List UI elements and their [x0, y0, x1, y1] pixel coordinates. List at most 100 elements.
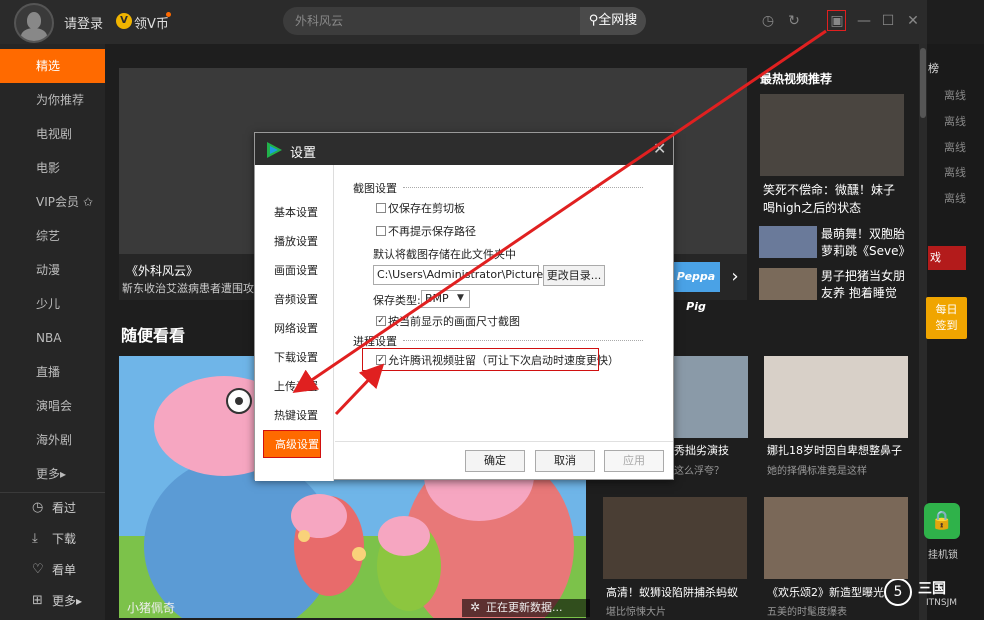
settings-nav-upload[interactable]: 上传设置 — [255, 373, 334, 401]
settings-nav-hotkeys[interactable]: 热键设置 — [255, 402, 334, 430]
dialog-close-icon[interactable]: ✕ — [653, 139, 666, 158]
daily-signin-button[interactable]: 每日 签到 — [926, 297, 967, 339]
settings-nav-basic[interactable]: 基本设置 — [255, 199, 334, 227]
search-all-button[interactable]: ⚲全网搜 — [580, 7, 646, 35]
nav-overseas[interactable]: 海外剧 — [0, 423, 105, 457]
video-card[interactable] — [668, 356, 748, 438]
current-size-checkbox[interactable]: ✓ — [376, 316, 386, 326]
signin-line1: 每日 — [935, 303, 958, 316]
video-card[interactable] — [764, 497, 908, 579]
chevron-down-icon[interactable]: ▼ — [457, 293, 464, 303]
plus-box-icon: ⊞ — [32, 593, 43, 608]
banner-subtitle: 靳东收治艾滋病患者遭围攻 — [122, 282, 254, 295]
nav-featured[interactable]: 精选 — [0, 49, 105, 83]
avatar[interactable] — [14, 3, 54, 43]
refresh-icon[interactable]: ↻ — [785, 12, 803, 30]
nav-concert[interactable]: 演唱会 — [0, 389, 105, 423]
hot-video-thumb[interactable] — [760, 94, 904, 176]
nav-live[interactable]: 直播 — [0, 355, 105, 389]
settings-nav-audio[interactable]: 音频设置 — [255, 286, 334, 314]
updating-status: 正在更新数据... — [462, 599, 590, 617]
loading-icon: ✲ — [470, 600, 481, 614]
history-label: 看过 — [52, 501, 77, 515]
nav-tv[interactable]: 电视剧 — [0, 117, 105, 151]
settings-nav-network[interactable]: 网络设置 — [255, 315, 334, 343]
watchlist-button[interactable]: ♡ 看单 — [0, 555, 105, 585]
annotation-box-resident-option — [362, 348, 599, 371]
hot-video-caption[interactable]: 笑死不偿命：微醺！妹子喝high之后的状态 — [763, 181, 903, 217]
clock-icon: ◷ — [32, 500, 44, 515]
vip-coin-link[interactable]: 领V币 — [134, 13, 169, 32]
settings-nav-advanced[interactable]: 高级设置 — [263, 430, 321, 458]
nav-variety[interactable]: 综艺 — [0, 219, 105, 253]
star-icon: ✩ — [82, 195, 93, 209]
offline-label: 离线 — [944, 115, 966, 128]
format-label: 保存类型: — [373, 294, 421, 307]
nav-kids[interactable]: 少儿 — [0, 287, 105, 321]
watermark-sub: ITNSJM — [926, 598, 958, 608]
hot-video-thumb[interactable] — [759, 226, 817, 258]
notification-dot — [166, 12, 171, 17]
hot-video-thumb[interactable] — [759, 268, 817, 300]
hot-video-caption[interactable]: 男子把猪当女朋友养 抱着睡觉 — [821, 268, 909, 302]
dialog-title: 设置 — [290, 146, 317, 161]
change-directory-button[interactable]: 更改目录... — [543, 265, 605, 286]
banner-title[interactable]: 《外科风云》 — [126, 262, 198, 279]
heart-icon: ♡ — [32, 562, 44, 577]
game-button[interactable]: 戏 — [928, 246, 966, 270]
dialog-header[interactable] — [255, 133, 673, 165]
minimize-icon[interactable]: — — [855, 12, 873, 30]
clipboard-only-checkbox[interactable] — [376, 203, 386, 213]
video-card[interactable] — [603, 497, 747, 579]
lock-icon[interactable]: 🔒 — [924, 503, 960, 539]
apply-button[interactable]: 应用 — [604, 450, 664, 472]
settings-nav-download[interactable]: 下载设置 — [255, 344, 334, 372]
nav-vip[interactable]: VIP会员 ✩ — [0, 185, 105, 219]
vip-coin-icon[interactable]: V — [116, 13, 132, 29]
process-section-label: 进程设置 — [353, 335, 397, 348]
video-card-caption[interactable]: 秀拙劣演技 — [674, 443, 729, 459]
video-card-caption[interactable]: 高清！蚁狮设陷阱捕杀蚂蚁 — [606, 585, 746, 601]
settings-nav-playback[interactable]: 播放设置 — [255, 228, 334, 256]
video-card[interactable] — [764, 356, 908, 438]
video-card-caption[interactable]: 《欢乐颂2》新造型曝光 — [767, 585, 907, 601]
settings-nav: 基本设置 播放设置 画面设置 音频设置 网络设置 下载设置 上传设置 热键设置 … — [255, 165, 334, 481]
history-button[interactable]: ◷ 看过 — [0, 493, 105, 523]
no-prompt-checkbox[interactable] — [376, 226, 386, 236]
clipboard-only-label[interactable]: 仅保存在剪切板 — [388, 200, 465, 216]
save-path-input[interactable]: C:\Users\Administrator\Pictures — [373, 265, 549, 285]
video-card-caption[interactable]: 娜扎18岁时因自卑想整鼻子 — [767, 443, 907, 459]
banner-thumb[interactable]: Peppa Pig — [672, 262, 720, 313]
nav-more[interactable]: 更多▸ — [0, 457, 105, 491]
nav-anime[interactable]: 动漫 — [0, 253, 105, 287]
close-icon[interactable]: ✕ — [904, 12, 922, 30]
current-size-label[interactable]: 按当前显示的画面尺寸截图 — [388, 313, 520, 329]
ok-button[interactable]: 确定 — [465, 450, 525, 472]
more-apps-button[interactable]: ⊞ 更多▸ — [0, 586, 105, 616]
video-card-sub: 五美的时髦度爆表 — [767, 607, 847, 618]
idle-lock-label: 挂机锁 — [928, 550, 958, 561]
rank-label: 榜 — [928, 62, 939, 75]
scrollbar-thumb[interactable] — [920, 48, 926, 118]
screenshot-section-label: 截图设置 — [353, 182, 397, 195]
download-icon: ⤓ — [32, 531, 38, 546]
offline-label: 离线 — [944, 89, 966, 102]
login-link[interactable]: 请登录 — [64, 13, 103, 32]
search-input[interactable]: 外科风云 — [283, 7, 581, 35]
download-button[interactable]: ⤓ 下载 — [0, 524, 105, 554]
cancel-button[interactable]: 取消 — [535, 450, 595, 472]
no-prompt-label[interactable]: 不再提示保存路径 — [388, 223, 476, 239]
maximize-icon[interactable]: ☐ — [879, 12, 897, 30]
offline-label: 离线 — [944, 192, 966, 205]
nav-movie[interactable]: 电影 — [0, 151, 105, 185]
settings-nav-picture[interactable]: 画面设置 — [255, 257, 334, 285]
history-icon[interactable]: ◷ — [759, 12, 777, 30]
chevron-right-icon[interactable]: › — [725, 262, 745, 292]
featured-video-caption[interactable]: 小猪佩奇 — [127, 599, 175, 616]
nav-recommended[interactable]: 为你推荐 — [0, 83, 105, 117]
annotation-box-mini-mode — [827, 10, 846, 31]
video-card-sub: 这么浮夸？ — [674, 466, 724, 477]
offline-label: 离线 — [944, 141, 966, 154]
nav-nba[interactable]: NBA — [0, 321, 105, 355]
hot-video-caption[interactable]: 最萌舞！双胞胎萝莉跳《Seve》 — [821, 226, 911, 260]
